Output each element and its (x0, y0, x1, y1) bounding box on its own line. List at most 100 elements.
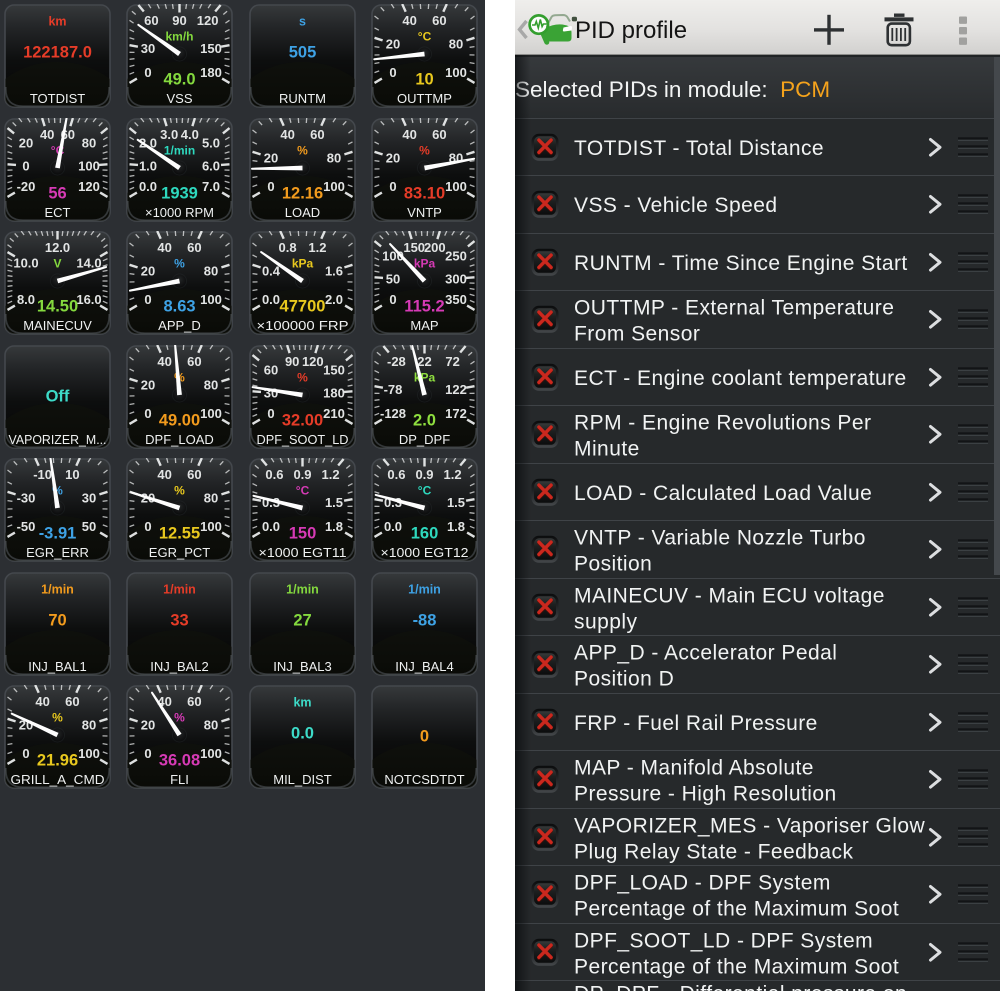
svg-text:0: 0 (144, 746, 151, 761)
svg-text:172: 172 (445, 405, 467, 420)
svg-text:VAPORIZER_MES - Vaporiser Glow: VAPORIZER_MES - Vaporiser Glow (574, 814, 926, 837)
svg-text:40: 40 (157, 694, 171, 709)
svg-text:1/min: 1/min (163, 582, 196, 596)
svg-text:%: % (52, 710, 63, 724)
svg-text:0: 0 (144, 519, 151, 534)
svg-text:30: 30 (81, 491, 95, 506)
svg-text:OUTTMP: OUTTMP (397, 91, 452, 106)
svg-text:0.8: 0.8 (278, 240, 296, 255)
svg-text:1.6: 1.6 (324, 264, 342, 279)
svg-text:22: 22 (417, 354, 431, 369)
svg-text:0: 0 (144, 65, 151, 80)
svg-text:40: 40 (402, 13, 416, 28)
svg-text:14.50: 14.50 (36, 298, 77, 316)
svg-text:km: km (48, 14, 66, 28)
svg-text:NOTCSDTDT: NOTCSDTDT (384, 772, 464, 787)
svg-text:°C: °C (418, 29, 432, 43)
svg-text:100: 100 (200, 292, 222, 307)
svg-text:1.8: 1.8 (324, 519, 342, 534)
svg-text:2.0: 2.0 (324, 292, 342, 307)
svg-text:80: 80 (204, 491, 218, 506)
svg-text:60: 60 (432, 127, 446, 142)
svg-text:40: 40 (402, 127, 416, 142)
svg-text:LOAD - Calculated Load Value: LOAD - Calculated Load Value (574, 482, 872, 505)
svg-text:1.2: 1.2 (444, 467, 462, 482)
svg-text:VAPORIZER_M...: VAPORIZER_M... (8, 432, 106, 447)
svg-text:×100000 FRP: ×100000 FRP (256, 318, 348, 333)
svg-text:36.08: 36.08 (159, 752, 200, 770)
svg-text:INJ_BAL1: INJ_BAL1 (28, 659, 87, 674)
svg-text:21.96: 21.96 (36, 752, 77, 770)
svg-text:×1000 EGT12: ×1000 EGT12 (381, 545, 469, 560)
svg-text:100: 100 (445, 65, 467, 80)
svg-text:80: 80 (326, 150, 340, 165)
svg-text:MAINECUV - Main ECU voltage: MAINECUV - Main ECU voltage (574, 584, 885, 607)
svg-text:1/min: 1/min (408, 582, 441, 596)
svg-text:83.10: 83.10 (404, 184, 445, 202)
svg-text:20: 20 (141, 377, 155, 392)
svg-text:DPF_LOAD - DPF System: DPF_LOAD - DPF System (574, 872, 831, 895)
svg-text:60: 60 (187, 240, 201, 255)
svg-text:APP_D - Accelerator Pedal: APP_D - Accelerator Pedal (574, 642, 837, 665)
svg-text:0.9: 0.9 (415, 467, 433, 482)
svg-text:1/min: 1/min (41, 582, 74, 596)
svg-text:FRP - Fuel Rail Pressure: FRP - Fuel Rail Pressure (574, 712, 818, 735)
svg-text:Plug Relay State - Feedback: Plug Relay State - Feedback (574, 840, 854, 863)
svg-text:200: 200 (424, 240, 446, 255)
svg-text:-20: -20 (16, 178, 35, 193)
svg-text:100: 100 (200, 405, 222, 420)
svg-text:505: 505 (288, 44, 316, 62)
svg-text:%: % (174, 710, 185, 724)
svg-text:90: 90 (284, 354, 298, 369)
svg-text:-78: -78 (384, 382, 403, 397)
svg-text:12.0: 12.0 (44, 240, 69, 255)
svg-text:100: 100 (323, 178, 345, 193)
svg-text:180: 180 (200, 65, 222, 80)
svg-text:10: 10 (415, 71, 433, 89)
svg-text:150: 150 (288, 525, 316, 543)
svg-text:80: 80 (81, 718, 95, 733)
svg-text:ECT: ECT (44, 205, 70, 220)
svg-text:10: 10 (65, 467, 79, 482)
svg-text:1.8: 1.8 (447, 519, 465, 534)
svg-text:RPM - Engine Revolutions Per: RPM - Engine Revolutions Per (574, 412, 871, 435)
svg-text:OUTTMP - External Temperature: OUTTMP - External Temperature (574, 297, 894, 320)
svg-text:20: 20 (18, 135, 32, 150)
svg-text:60: 60 (432, 13, 446, 28)
svg-text:122: 122 (445, 382, 467, 397)
svg-text:Minute: Minute (574, 438, 640, 461)
svg-text:0.0: 0.0 (384, 519, 402, 534)
svg-text:1.2: 1.2 (321, 467, 339, 482)
svg-text:LOAD: LOAD (284, 205, 319, 220)
svg-text:33: 33 (170, 611, 188, 629)
svg-text:160: 160 (411, 525, 439, 543)
svg-text:1.0: 1.0 (139, 158, 157, 173)
svg-text:80: 80 (81, 135, 95, 150)
svg-text:%: % (297, 370, 308, 384)
svg-text:122187.0: 122187.0 (23, 44, 92, 62)
svg-text:EGR_ERR: EGR_ERR (26, 545, 89, 560)
svg-text:Pressure - High Resolution: Pressure - High Resolution (574, 783, 837, 806)
svg-text:5.0: 5.0 (202, 135, 220, 150)
svg-text:70: 70 (48, 611, 66, 629)
svg-text:km/h: km/h (165, 29, 193, 43)
svg-text:2.0: 2.0 (413, 411, 436, 429)
svg-text:250: 250 (445, 249, 467, 264)
svg-text:TOTDIST: TOTDIST (29, 91, 84, 106)
svg-text:0: 0 (389, 65, 396, 80)
svg-text:supply: supply (574, 610, 637, 633)
svg-text:MAP: MAP (410, 318, 438, 333)
svg-text:12.16: 12.16 (281, 184, 322, 202)
svg-text:0: 0 (389, 178, 396, 193)
svg-text:40: 40 (35, 694, 49, 709)
svg-text:40: 40 (157, 240, 171, 255)
svg-text:0: 0 (389, 292, 396, 307)
svg-text:×1000 EGT11: ×1000 EGT11 (258, 545, 346, 560)
svg-text:10.0: 10.0 (13, 256, 38, 271)
svg-text:4.0: 4.0 (181, 127, 199, 142)
svg-text:VNTP - Variable Nozzle Turbo: VNTP - Variable Nozzle Turbo (574, 527, 866, 550)
svg-text:49.00: 49.00 (159, 411, 200, 429)
svg-text:DP_DPF: DP_DPF (399, 432, 450, 447)
svg-text:MIL_DIST: MIL_DIST (273, 772, 332, 787)
svg-text:100: 100 (78, 158, 100, 173)
